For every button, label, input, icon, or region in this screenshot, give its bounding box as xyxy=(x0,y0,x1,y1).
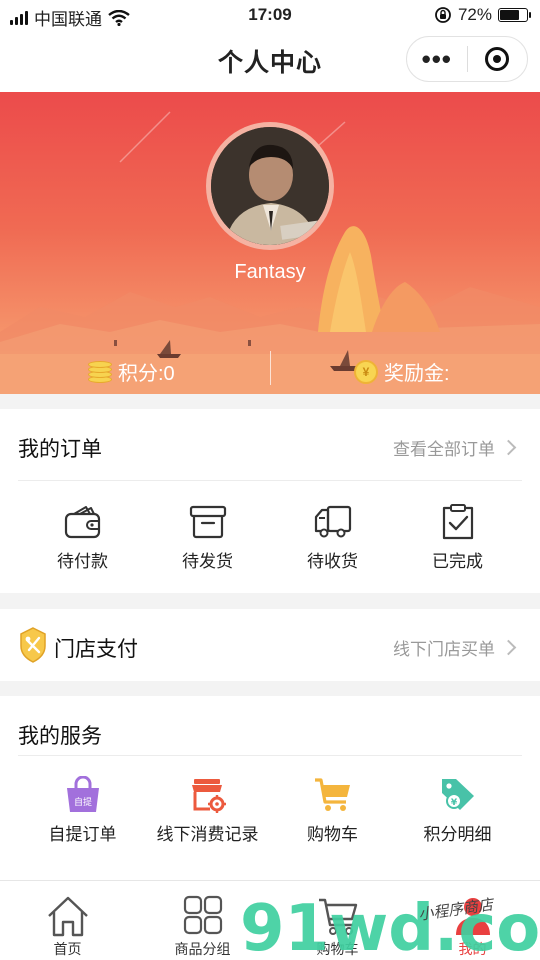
view-all-orders-label: 查看全部订单 xyxy=(393,440,495,459)
battery-percent: 72% xyxy=(457,5,492,24)
order-pending-payment[interactable]: 待付款 xyxy=(20,503,145,572)
service-label: 自提订单 xyxy=(48,825,117,844)
order-status-label: 待发货 xyxy=(182,552,233,571)
order-pending-shipment[interactable]: 待发货 xyxy=(145,503,270,572)
tab-mine[interactable]: 我的 xyxy=(405,881,540,960)
personal-center-page: 中国联通 17:09 72% 个人中心 ••• Fantasy 积分:0 ¥ 奖… xyxy=(0,0,540,960)
close-miniapp-button[interactable] xyxy=(467,47,527,71)
tab-label: 我的 xyxy=(458,941,487,957)
user-icon xyxy=(455,898,490,935)
rotation-lock-icon xyxy=(435,7,451,23)
points-entry[interactable]: 积分:0 xyxy=(88,357,175,386)
services-card: 我的服务 自提 自提订单 线下消费记录 购物车 ¥ 积分明细 xyxy=(0,696,540,880)
tab-categories[interactable]: 商品分组 xyxy=(135,881,270,960)
service-offline-records[interactable]: 线下消费记录 xyxy=(145,776,270,845)
divider xyxy=(18,755,522,756)
services-header: 我的服务 xyxy=(0,696,540,768)
miniapp-capsule: ••• xyxy=(406,36,528,82)
orders-header: 我的订单 查看全部订单 xyxy=(0,409,540,481)
svg-text:¥: ¥ xyxy=(450,798,457,808)
services-grid: 自提 自提订单 线下消费记录 购物车 ¥ 积分明细 xyxy=(0,776,540,845)
points-tag-icon: ¥ xyxy=(438,776,478,814)
service-label: 积分明细 xyxy=(423,825,492,844)
home-icon xyxy=(47,896,88,937)
pickup-bag-icon: 自提 xyxy=(63,776,103,814)
clipboard-check-icon xyxy=(438,503,478,541)
bonus-entry[interactable]: ¥ 奖励金: xyxy=(354,357,450,386)
chevron-right-icon xyxy=(500,439,517,456)
nav-bar: 个人中心 ••• xyxy=(0,30,540,92)
divider xyxy=(18,480,522,481)
more-dots-icon[interactable]: ••• xyxy=(407,46,467,72)
status-bar: 中国联通 17:09 72% xyxy=(0,0,540,30)
store-pay-header: 门店支付 线下门店买单 xyxy=(0,609,540,681)
services-title: 我的服务 xyxy=(18,725,102,748)
offline-store-pay-label: 线下门店买单 xyxy=(393,640,495,659)
pickup-badge: 自提 xyxy=(73,796,91,808)
target-icon xyxy=(485,47,510,71)
profile-hero: Fantasy 积分:0 ¥ 奖励金: xyxy=(0,92,540,394)
grid-icon xyxy=(183,895,222,935)
tab-label: 首页 xyxy=(53,941,82,957)
bonus-label: 奖励金: xyxy=(384,363,450,385)
view-all-orders-link[interactable]: 查看全部订单 xyxy=(393,435,517,460)
order-status-label: 待付款 xyxy=(57,552,108,571)
wallet-icon xyxy=(63,503,103,541)
cart-icon xyxy=(313,776,353,814)
store-pay-icon xyxy=(18,626,48,669)
cart-icon xyxy=(318,898,357,935)
store-pay-title: 门店支付 xyxy=(54,638,138,661)
order-status-grid: 待付款 待发货 待收货 已完成 xyxy=(0,503,540,572)
box-icon xyxy=(188,503,228,541)
shop-gear-icon xyxy=(188,776,228,814)
points-label: 积分:0 xyxy=(118,363,175,385)
username: Fantasy xyxy=(234,261,306,283)
service-label: 购物车 xyxy=(307,825,358,844)
store-pay-card[interactable]: 门店支付 线下门店买单 xyxy=(0,609,540,681)
order-pending-receipt[interactable]: 待收货 xyxy=(270,503,395,572)
avatar-photo xyxy=(211,127,329,245)
service-points-detail[interactable]: ¥ 积分明细 xyxy=(395,776,520,845)
tab-label: 商品分组 xyxy=(174,941,231,957)
orders-title: 我的订单 xyxy=(18,438,102,461)
chevron-right-icon xyxy=(500,639,517,656)
order-completed[interactable]: 已完成 xyxy=(395,503,520,572)
hero-divider xyxy=(270,351,271,385)
order-status-label: 已完成 xyxy=(432,552,483,571)
avatar[interactable] xyxy=(206,122,334,250)
status-right: 72% xyxy=(434,5,531,25)
yen-coin-icon: ¥ xyxy=(354,359,378,384)
order-status-label: 待收货 xyxy=(307,552,358,571)
offline-store-pay-link[interactable]: 线下门店买单 xyxy=(393,635,517,660)
tab-cart[interactable]: 购物车 xyxy=(270,881,405,960)
tab-label: 购物车 xyxy=(316,941,359,957)
tab-bar: 首页 商品分组 购物车 我的 xyxy=(0,880,540,960)
battery-icon xyxy=(498,8,531,22)
coin-stack-icon xyxy=(88,360,112,383)
service-cart[interactable]: 购物车 xyxy=(270,776,395,845)
service-pickup-orders[interactable]: 自提 自提订单 xyxy=(20,776,145,845)
orders-card: 我的订单 查看全部订单 待付款 待发货 待收货 已完成 xyxy=(0,409,540,593)
truck-icon xyxy=(313,503,353,541)
service-label: 线下消费记录 xyxy=(156,825,259,844)
tab-home[interactable]: 首页 xyxy=(0,881,135,960)
